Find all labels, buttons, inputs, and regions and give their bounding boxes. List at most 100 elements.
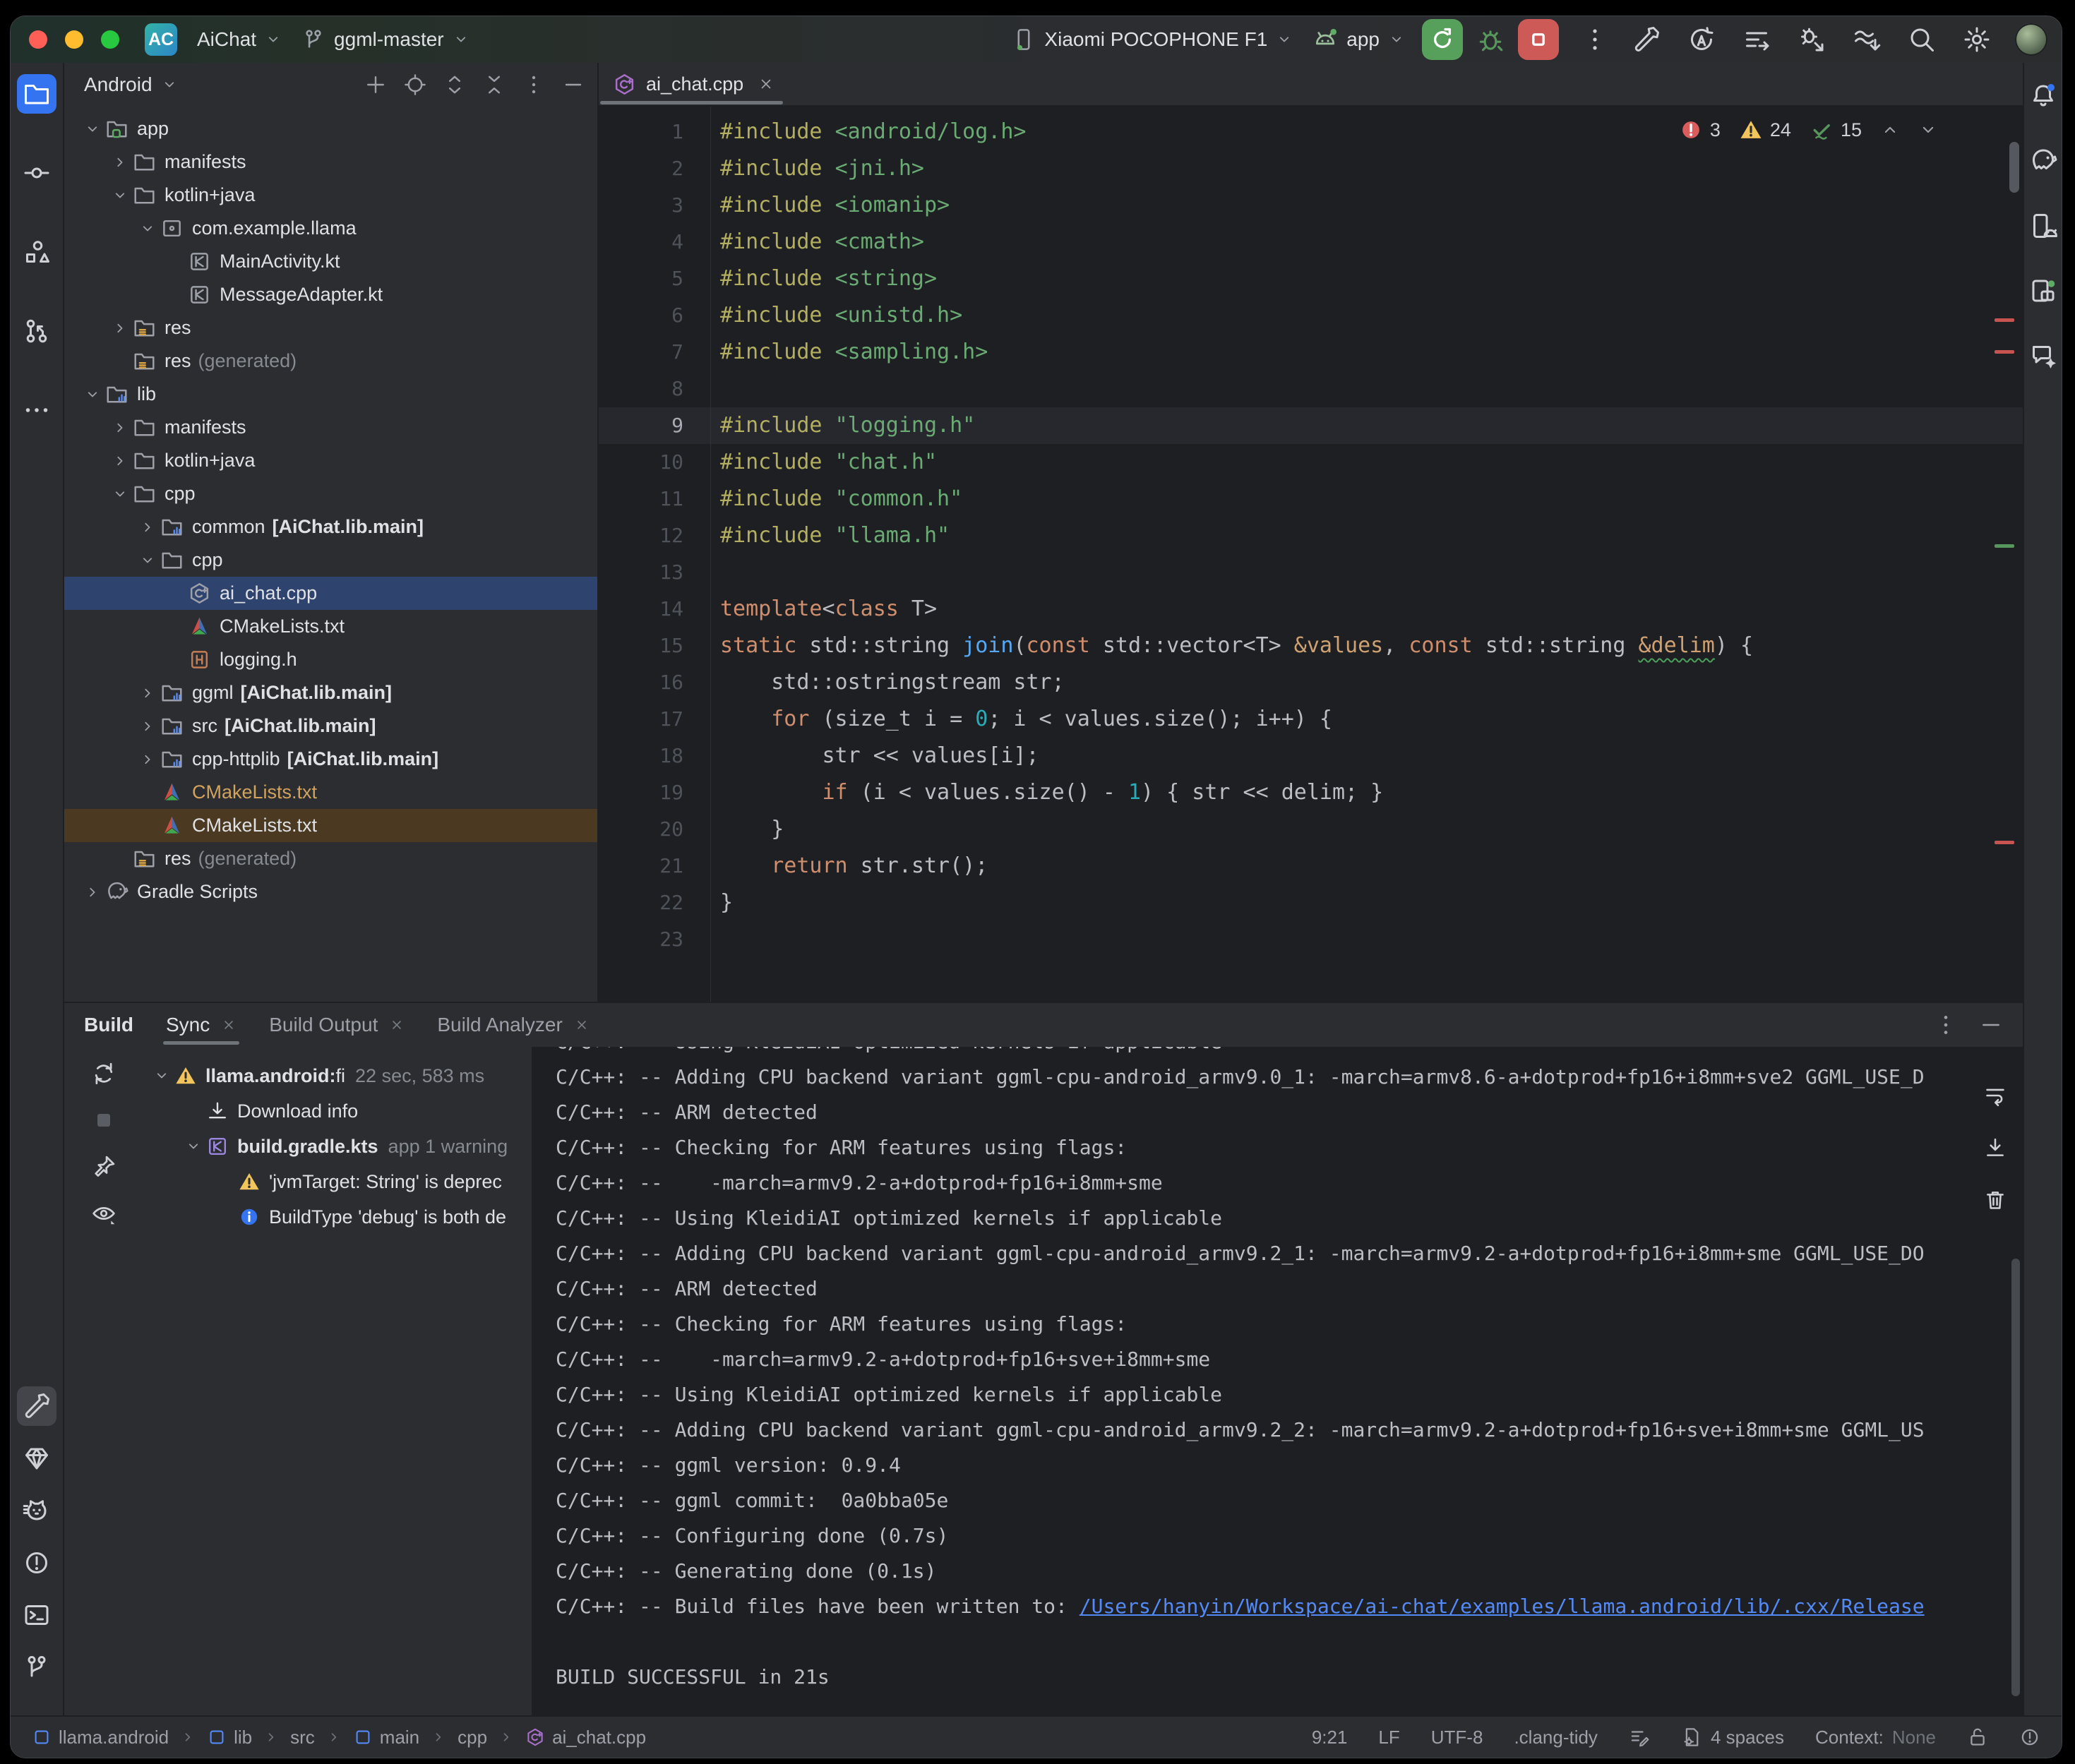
chevron-right-icon[interactable] — [139, 519, 156, 536]
code-line-10[interactable]: 10#include "chat.h" — [599, 444, 2023, 481]
tree-item-logging-h[interactable]: logging.h — [64, 643, 597, 676]
build-tree-item-buildtype-debug-is-both-de[interactable]: BuildType 'debug' is both de — [143, 1199, 532, 1235]
tree-item-app[interactable]: app — [64, 112, 597, 145]
stop-button[interactable] — [1518, 19, 1559, 60]
code-line-13[interactable]: 13 — [599, 554, 2023, 591]
close-tab-icon[interactable] — [574, 1017, 590, 1033]
tree-item-cmakelists-txt[interactable]: CMakeLists.txt — [64, 776, 597, 809]
context-indicator[interactable]: Context: None — [1815, 1727, 1936, 1748]
search-icon[interactable] — [1908, 25, 1936, 54]
change-stripe-mark[interactable] — [1995, 544, 2014, 548]
close-tab-icon[interactable] — [389, 1017, 405, 1033]
close-tab-icon[interactable] — [221, 1017, 237, 1033]
activity-commit-button[interactable] — [17, 153, 56, 193]
tree-item-kotlin-java[interactable]: kotlin+java — [64, 444, 597, 477]
code-line-18[interactable]: 18 str << values[i]; — [599, 738, 2023, 774]
more-v-icon[interactable] — [522, 73, 545, 96]
line-separator[interactable]: LF — [1378, 1727, 1399, 1748]
tree-item-manifests[interactable]: manifests — [64, 145, 597, 179]
tree-item-ggml[interactable]: ggml[AiChat.lib.main] — [64, 676, 597, 709]
attach-debugger-icon[interactable] — [1798, 25, 1826, 54]
build-console[interactable]: C/C++: -- Using KleidiAI optimized kerne… — [533, 1047, 2023, 1715]
build-tab-sync[interactable]: Sync — [166, 1014, 237, 1036]
build-tab-build-output[interactable]: Build Output — [269, 1014, 405, 1036]
code-line-21[interactable]: 21 return str.str(); — [599, 848, 2023, 884]
sync-icon[interactable] — [91, 1061, 116, 1086]
tree-item-cpp[interactable]: cpp — [64, 477, 597, 510]
user-avatar[interactable] — [2015, 23, 2047, 56]
breadcrumb-lib[interactable]: lib — [207, 1727, 252, 1748]
activity-more-button[interactable] — [17, 390, 56, 430]
tree-item-lib[interactable]: lib — [64, 378, 597, 411]
code-line-12[interactable]: 12#include "llama.h" — [599, 517, 2023, 554]
caret-position[interactable]: 9:21 — [1312, 1727, 1348, 1748]
chevron-down-icon[interactable] — [84, 121, 101, 138]
next-problem-icon[interactable] — [1918, 120, 1938, 140]
add-icon[interactable] — [364, 73, 387, 96]
project-selector[interactable]: AiChat — [187, 23, 292, 56]
chevron-down-icon[interactable] — [139, 552, 156, 569]
tree-item-cpp[interactable]: cpp — [64, 544, 597, 577]
chevron-down-icon[interactable] — [153, 1067, 170, 1084]
hide-icon[interactable] — [1979, 1013, 2003, 1037]
editor-scrollbar[interactable] — [2009, 142, 2019, 193]
code-line-22[interactable]: 22} — [599, 884, 2023, 921]
settings-icon[interactable] — [1963, 25, 1991, 54]
profiler-icon[interactable] — [1742, 25, 1771, 54]
project-view-mode[interactable]: Android — [84, 73, 153, 96]
code-area[interactable]: 1#include <android/log.h>2#include <jni.… — [599, 107, 2023, 1002]
tab-ai-chat-cpp[interactable]: ai_chat.cpp — [599, 63, 790, 105]
code-line-2[interactable]: 2#include <jni.h> — [599, 150, 2023, 187]
build-tree-item-build-gradle-kts[interactable]: build.gradle.ktsapp 1 warning — [143, 1129, 532, 1164]
build-tree-item-jvmtarget-string-is-deprec[interactable]: 'jvmTarget: String' is deprec — [143, 1164, 532, 1199]
pin-icon[interactable] — [91, 1154, 116, 1180]
breadcrumb-src[interactable]: src — [290, 1727, 315, 1748]
chevron-down-icon[interactable] — [112, 486, 128, 503]
code-line-20[interactable]: 20 } — [599, 811, 2023, 848]
close-window-button[interactable] — [29, 30, 47, 49]
tree-item-messageadapter-kt[interactable]: MessageAdapter.kt — [64, 278, 597, 311]
breadcrumb-cpp[interactable]: cpp — [458, 1727, 487, 1748]
collapse-all-icon[interactable] — [483, 73, 506, 96]
build-panel-title[interactable]: Build — [84, 1014, 133, 1036]
chevron-right-icon[interactable] — [139, 751, 156, 768]
device-stream-icon[interactable] — [1853, 25, 1881, 54]
error-stripe-mark[interactable] — [1995, 350, 2014, 354]
code-line-3[interactable]: 3#include <iomanip> — [599, 187, 2023, 224]
previous-problem-icon[interactable] — [1880, 120, 1900, 140]
activity-version-control-button[interactable] — [17, 1648, 56, 1687]
run-config-selector[interactable]: app — [1303, 21, 1415, 58]
activity-structure-button[interactable] — [17, 232, 56, 272]
soft-wrap-icon[interactable] — [1983, 1084, 2007, 1108]
chevron-down-icon[interactable] — [84, 386, 101, 403]
activity-notifications-button[interactable] — [2026, 78, 2061, 114]
chevron-down-icon[interactable] — [185, 1138, 202, 1155]
code-line-8[interactable]: 8 — [599, 371, 2023, 407]
code-line-19[interactable]: 19 if (i < values.size() - 1) { str << d… — [599, 774, 2023, 811]
tree-item-mainactivity-kt[interactable]: MainActivity.kt — [64, 245, 597, 278]
build-output-path-link[interactable]: /Users/hanyin/Workspace/ai-chat/examples… — [1080, 1595, 1925, 1618]
breadcrumb-ai-chat-cpp[interactable]: ai_chat.cpp — [525, 1727, 646, 1748]
inspections-widget[interactable]: 3 24 15 — [1679, 118, 1938, 142]
console-scrollbar[interactable] — [2011, 1259, 2020, 1696]
chevron-right-icon[interactable] — [139, 718, 156, 735]
tree-item-src[interactable]: src[AiChat.lib.main] — [64, 709, 597, 743]
activity-device-manager-button[interactable] — [2026, 208, 2061, 244]
breadcrumb-llama-android[interactable]: llama.android — [32, 1727, 169, 1748]
debug-button[interactable] — [1476, 25, 1505, 54]
notifications-status-icon[interactable] — [2019, 1727, 2040, 1748]
tree-item-gradle-scripts[interactable]: Gradle Scripts — [64, 875, 597, 908]
activity-build-tool-button[interactable] — [17, 1386, 56, 1426]
chevron-right-icon[interactable] — [112, 154, 128, 171]
zoom-window-button[interactable] — [101, 30, 119, 49]
code-line-16[interactable]: 16 std::ostringstream str; — [599, 664, 2023, 701]
build-tree-item-llama-android[interactable]: llama.android: fi22 sec, 583 ms — [143, 1058, 532, 1093]
tree-item-com-example-llama[interactable]: com.example.llama — [64, 212, 597, 245]
code-line-7[interactable]: 7#include <sampling.h> — [599, 334, 2023, 371]
build-tree-item-download-info[interactable]: Download info — [143, 1093, 532, 1129]
code-line-11[interactable]: 11#include "common.h" — [599, 481, 2023, 517]
code-line-14[interactable]: 14template<class T> — [599, 591, 2023, 628]
chevron-right-icon[interactable] — [139, 685, 156, 702]
clear-icon[interactable] — [1983, 1188, 2007, 1212]
expand-all-icon[interactable] — [443, 73, 466, 96]
